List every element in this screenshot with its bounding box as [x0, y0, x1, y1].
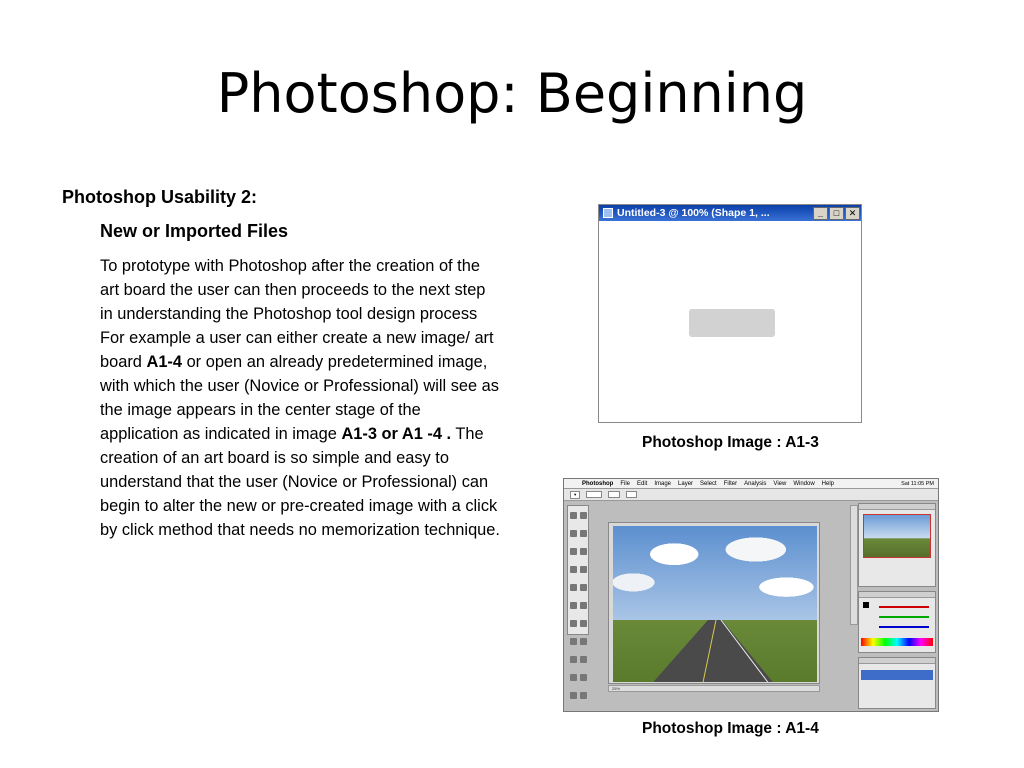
tool-icon[interactable] — [570, 638, 577, 645]
tool-icon[interactable] — [580, 584, 587, 591]
body-emphasis: A1-4 — [146, 353, 183, 371]
menu-layer[interactable]: Layer — [678, 481, 693, 487]
road-photo — [613, 526, 817, 682]
photoshop-doc-icon — [603, 208, 613, 218]
options-bar: ▾ — [564, 489, 938, 501]
tool-icon[interactable] — [580, 548, 587, 555]
menu-image[interactable]: Image — [654, 481, 671, 487]
tool-icon[interactable] — [570, 530, 577, 537]
tool-icon[interactable] — [580, 512, 587, 519]
photoshop-screenshot: Photoshop File Edit Image Layer Select F… — [563, 478, 939, 712]
color-tabs[interactable] — [859, 592, 935, 598]
close-button[interactable]: ✕ — [845, 206, 860, 220]
color-panel — [858, 591, 936, 653]
maximize-button[interactable]: □ — [829, 206, 844, 220]
section-subheading: New or Imported Files — [100, 221, 289, 241]
tool-icon[interactable] — [580, 692, 587, 699]
menu-select[interactable]: Select — [700, 481, 717, 487]
menu-help[interactable]: Help — [822, 481, 834, 487]
mode-select[interactable] — [586, 491, 602, 498]
navigator-panel — [858, 503, 936, 587]
navigator-tabs[interactable] — [859, 504, 935, 510]
tolerance-field[interactable] — [625, 491, 638, 498]
tool-icon[interactable] — [570, 620, 577, 627]
tool-icon[interactable] — [580, 620, 587, 627]
tool-icon[interactable] — [570, 584, 577, 591]
document-window — [608, 522, 820, 684]
menu-analysis[interactable]: Analysis — [744, 481, 766, 487]
background-layer-row[interactable] — [861, 670, 933, 680]
tools-panel — [567, 505, 589, 699]
tool-preset-picker[interactable]: ▾ — [570, 490, 581, 499]
menu-clock: Sat 11:05 PM — [901, 480, 934, 487]
blue-slider[interactable] — [879, 626, 929, 628]
tool-icon[interactable] — [580, 674, 587, 681]
window-title: Untitled-3 @ 100% (Shape 1, ... — [617, 207, 770, 219]
shape-rectangle — [689, 309, 775, 337]
green-slider[interactable] — [879, 616, 929, 618]
menu-window[interactable]: Window — [793, 481, 814, 487]
caption-a1-4: Photoshop Image : A1-4 — [642, 720, 819, 737]
foreground-color-swatch[interactable] — [863, 602, 869, 608]
tool-icon[interactable] — [570, 656, 577, 663]
tool-icon[interactable] — [580, 638, 587, 645]
menu-photoshop[interactable]: Photoshop — [582, 481, 613, 487]
status-bar: 25% — [608, 685, 820, 692]
body-emphasis: A1-3 or A1 -4 . — [341, 425, 452, 443]
panels-column — [858, 503, 936, 709]
color-ramp[interactable] — [861, 638, 933, 646]
tool-icon[interactable] — [570, 566, 577, 573]
tool-icon[interactable] — [580, 602, 587, 609]
section-heading: Photoshop Usability 2: — [62, 187, 258, 207]
menu-file[interactable]: File — [620, 481, 630, 487]
layers-panel — [858, 657, 936, 709]
slide-title: Photoshop: Beginning — [216, 62, 808, 125]
panel-dock — [850, 505, 858, 625]
menu-filter[interactable]: Filter — [724, 481, 737, 487]
layers-tabs[interactable] — [859, 658, 935, 664]
opacity-field[interactable] — [607, 491, 620, 498]
tool-icon[interactable] — [580, 566, 587, 573]
untitled-document-window: Untitled-3 @ 100% (Shape 1, ... _ □ ✕ — [598, 204, 862, 423]
tool-icon[interactable] — [580, 656, 587, 663]
tool-icon[interactable] — [570, 674, 577, 681]
menu-edit[interactable]: Edit — [637, 481, 647, 487]
caption-a1-3: Photoshop Image : A1-3 — [642, 434, 819, 451]
window-titlebar: Untitled-3 @ 100% (Shape 1, ... _ □ ✕ — [599, 205, 861, 221]
tool-icon[interactable] — [570, 602, 577, 609]
navigator-thumbnail[interactable] — [863, 514, 931, 558]
tool-icon[interactable] — [570, 548, 577, 555]
tool-icon[interactable] — [580, 530, 587, 537]
tool-icon[interactable] — [570, 692, 577, 699]
ps-menubar: Photoshop File Edit Image Layer Select F… — [564, 479, 938, 489]
minimize-button[interactable]: _ — [813, 206, 828, 220]
red-slider[interactable] — [879, 606, 929, 608]
tool-icon[interactable] — [570, 512, 577, 519]
menu-view[interactable]: View — [773, 481, 786, 487]
body-text: To prototype with Photoshop after the cr… — [100, 254, 500, 542]
